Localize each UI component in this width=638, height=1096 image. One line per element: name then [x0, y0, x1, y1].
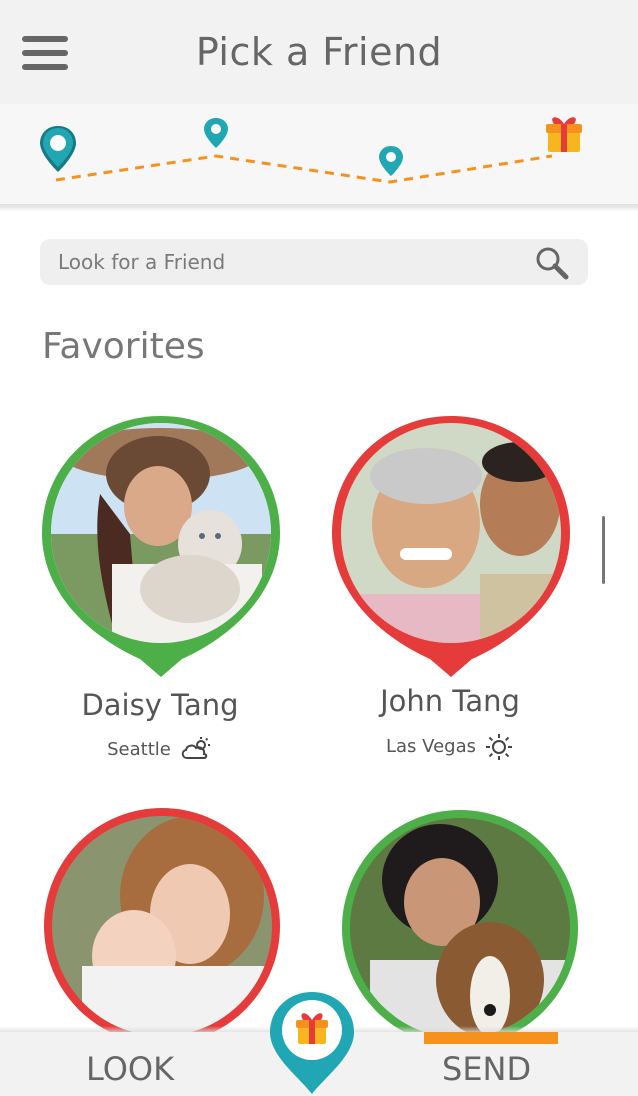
avatar — [342, 810, 578, 1040]
gift-icon — [546, 117, 582, 152]
avatar — [42, 416, 280, 677]
progress-track — [0, 104, 638, 208]
tab-look[interactable]: LOOK — [86, 1050, 174, 1088]
location-pin-icon — [379, 146, 403, 176]
location-pin-icon — [40, 126, 76, 172]
page-title: Pick a Friend — [195, 30, 443, 74]
favorites-heading: Favorites — [42, 326, 205, 367]
active-tab-indicator — [424, 1032, 558, 1044]
scrollbar[interactable] — [602, 516, 605, 584]
friend-location: Las Vegas — [330, 732, 570, 762]
friend-name: John Tang — [380, 684, 520, 718]
friend-location: Seattle — [40, 736, 280, 764]
friend-name: Daisy Tang — [81, 688, 239, 722]
tab-send[interactable]: SEND — [442, 1050, 531, 1088]
partly-cloudy-icon — [181, 737, 210, 759]
gift-pin-icon[interactable] — [268, 990, 356, 1096]
track-shadow — [0, 204, 638, 212]
app-header: Pick a Friend — [0, 0, 638, 104]
friend-card-john[interactable]: John Tang Las Vegas — [330, 414, 580, 774]
sunny-icon — [485, 734, 512, 760]
friend-card-mother[interactable] — [42, 806, 292, 1036]
magnifier-icon[interactable] — [534, 245, 570, 281]
location-pin-icon — [204, 118, 228, 148]
friend-card-daisy[interactable]: Daisy Tang Seattle — [40, 414, 290, 774]
avatar — [44, 808, 280, 1036]
search-input[interactable] — [58, 247, 518, 277]
progress-path — [55, 154, 553, 184]
friend-city: Seattle — [107, 739, 171, 760]
friend-card-dog[interactable] — [340, 810, 590, 1040]
avatar — [332, 416, 570, 677]
friend-city: Las Vegas — [386, 736, 476, 757]
friend-search-bar — [40, 239, 588, 285]
